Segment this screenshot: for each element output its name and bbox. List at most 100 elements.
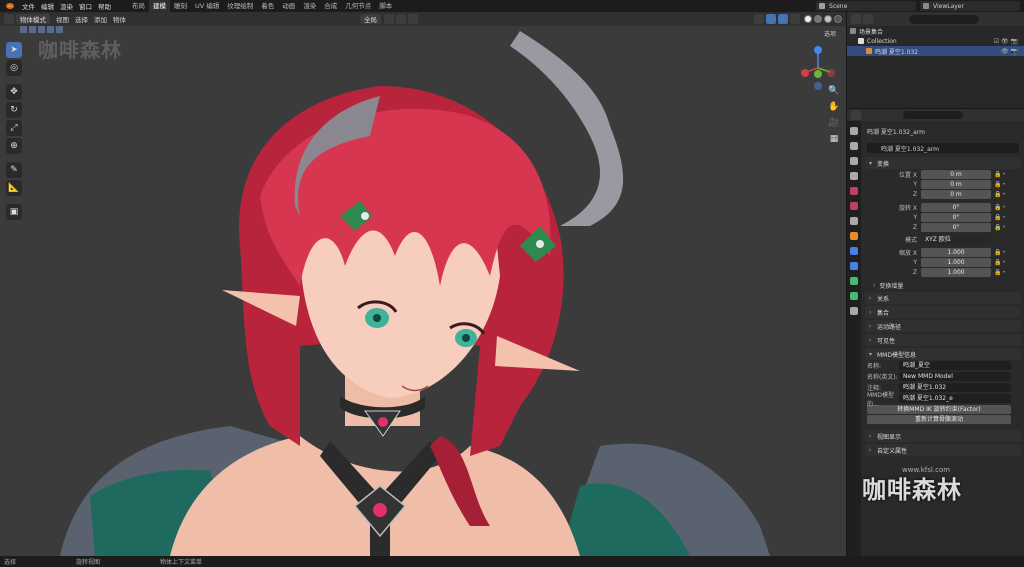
pan-hand-icon[interactable]: ✋ [828,102,840,114]
snap-icon[interactable] [396,14,406,24]
tab-sculpting[interactable]: 雕刻 [170,0,191,12]
properties-search-input[interactable] [903,111,963,119]
wireframe-shading-icon[interactable] [814,15,822,23]
add-cube-tool-icon[interactable]: ▣ [6,204,22,220]
menu-window[interactable]: 窗口 [76,1,95,11]
overlay-toggle-icon[interactable] [778,14,788,24]
orientation-dropdown[interactable]: 全局 [360,14,381,24]
menu-view[interactable]: 视图 [53,14,72,24]
lock-icon[interactable]: 🔒 [994,214,1002,221]
outliner-search-input[interactable] [909,14,979,24]
delta-transform-subpanel[interactable]: › 变换增量 [863,280,1023,290]
tab-scripting[interactable]: 脚本 [375,0,396,12]
transform-panel-header[interactable]: ▾ 变换 [865,157,1021,169]
select-mode-icon[interactable] [29,26,36,33]
location-y-field[interactable]: 0 m [921,179,991,189]
tab-shading[interactable]: 着色 [257,0,278,12]
collection-tab-icon[interactable] [850,217,858,225]
keyframe-dot-icon[interactable]: • [1002,191,1010,198]
rotation-mode-dropdown[interactable]: XYZ 欧拉 [921,234,991,244]
select-tool-icon[interactable]: ➤ [6,42,22,58]
mmd-comment-field[interactable]: 鸣潮 夏空1.032 [899,383,1011,392]
tab-uv-editing[interactable]: UV 编辑 [191,0,223,12]
filter-icon[interactable] [863,14,873,24]
tab-texture-paint[interactable]: 纹理绘制 [223,0,257,12]
visibility-panel-header[interactable]: › 可见性 [865,334,1021,346]
zoom-icon[interactable]: 🔍 [828,86,840,98]
lock-icon[interactable]: 🔒 [994,181,1002,188]
menu-file[interactable]: 文件 [19,1,38,11]
cursor-tool-icon[interactable]: ◎ [6,60,22,76]
blender-logo-icon[interactable] [4,1,16,11]
location-x-field[interactable]: 0 m [921,169,991,179]
keyframe-dot-icon[interactable]: • [1002,171,1010,178]
recalc-bone-roll-button[interactable]: 重新计算骨骼滚动 [867,415,1011,424]
keyframe-dot-icon[interactable]: • [1002,181,1010,188]
lock-icon[interactable]: 🔒 [994,204,1002,211]
lock-icon[interactable]: 🔒 [994,224,1002,231]
scale-y-field[interactable]: 1.000 [921,257,991,267]
motion-paths-panel-header[interactable]: › 运动路径 [865,320,1021,332]
editor-type-icon[interactable] [4,14,14,24]
scene-tab-icon[interactable] [850,187,858,195]
scale-z-field[interactable]: 1.000 [921,267,991,277]
outliner-editor-icon[interactable] [851,14,861,24]
properties-editor-icon[interactable] [851,110,861,120]
rotate-tool-icon[interactable]: ↻ [6,102,22,118]
rotation-y-field[interactable]: 0° [921,212,991,222]
options-button[interactable]: 选项 [824,29,836,38]
object-tab-icon[interactable] [850,232,858,240]
scale-tool-icon[interactable]: ⤢ [6,120,22,136]
proportional-edit-icon[interactable] [408,14,418,24]
scene-selector[interactable]: Scene [816,1,916,11]
keyframe-dot-icon[interactable]: • [1002,269,1010,276]
select-mode-icon[interactable] [47,26,54,33]
move-tool-icon[interactable]: ✥ [6,84,22,100]
mmd-comment-en-field[interactable]: 鸣潮 夏空1.032_e [899,394,1011,403]
tool-tab-icon[interactable] [850,127,858,135]
relations-panel-header[interactable]: › 关系 [865,292,1021,304]
visibility-toggles[interactable]: ☑ 👁 📷 [994,38,1018,45]
lock-icon[interactable]: 🔒 [994,269,1002,276]
menu-object[interactable]: 物体 [110,14,129,24]
grid-icon[interactable]: ▦ [828,134,840,146]
viewport-display-panel-header[interactable]: › 视图显示 [865,430,1021,442]
custom-props-panel-header[interactable]: › 自定义属性 [865,444,1021,456]
select-mode-icon[interactable] [38,26,45,33]
view-layer-selector[interactable]: ViewLayer [920,1,1020,11]
visibility-toggles[interactable]: 👁 📷 [1001,48,1018,55]
select-mode-icon[interactable] [56,26,63,33]
tab-rendering[interactable]: 渲染 [299,0,320,12]
transform-tool-icon[interactable]: ⊕ [6,138,22,154]
lock-icon[interactable]: 🔒 [994,191,1002,198]
physics-tab-icon[interactable] [850,277,858,285]
tab-layout[interactable]: 布局 [128,0,149,12]
tab-animation[interactable]: 动画 [278,0,299,12]
lock-icon[interactable]: 🔒 [994,249,1002,256]
keyframe-dot-icon[interactable]: • [1002,249,1010,256]
data-tab-icon[interactable] [850,307,858,315]
pivot-icon[interactable] [384,14,394,24]
scale-x-field[interactable]: 1.000 [921,247,991,257]
camera-icon[interactable]: 🎥 [828,118,840,130]
render-tab-icon[interactable] [850,142,858,150]
keyframe-dot-icon[interactable]: • [1002,204,1010,211]
tab-geometry-nodes[interactable]: 几何节点 [341,0,375,12]
keyframe-dot-icon[interactable]: • [1002,214,1010,221]
outliner-collection[interactable]: Collection ☑ 👁 📷 [847,36,1024,46]
menu-select[interactable]: 选择 [72,14,91,24]
modifier-tab-icon[interactable] [850,247,858,255]
tab-modeling[interactable]: 建模 [149,0,170,12]
world-tab-icon[interactable] [850,202,858,210]
solid-shading-icon[interactable] [804,15,812,23]
gizmo-toggle-icon[interactable] [766,14,776,24]
tab-compositing[interactable]: 合成 [320,0,341,12]
collections-panel-header[interactable]: › 集合 [865,306,1021,318]
outliner-object-row[interactable]: 鸣潮 夏空1.032 👁 📷 [847,46,1024,56]
menu-add[interactable]: 添加 [91,14,110,24]
rotation-x-field[interactable]: 0° [921,202,991,212]
constraints-tab-icon[interactable] [850,292,858,300]
3d-viewport[interactable]: 咖啡森林 选项 ➤ ◎ ✥ ↻ ⤢ ⊕ ✎ 📐 ▣ 🔍 ✋ 🎥 ▦ [0,26,846,556]
lock-icon[interactable]: 🔒 [994,259,1002,266]
keyframe-dot-icon[interactable]: • [1002,259,1010,266]
